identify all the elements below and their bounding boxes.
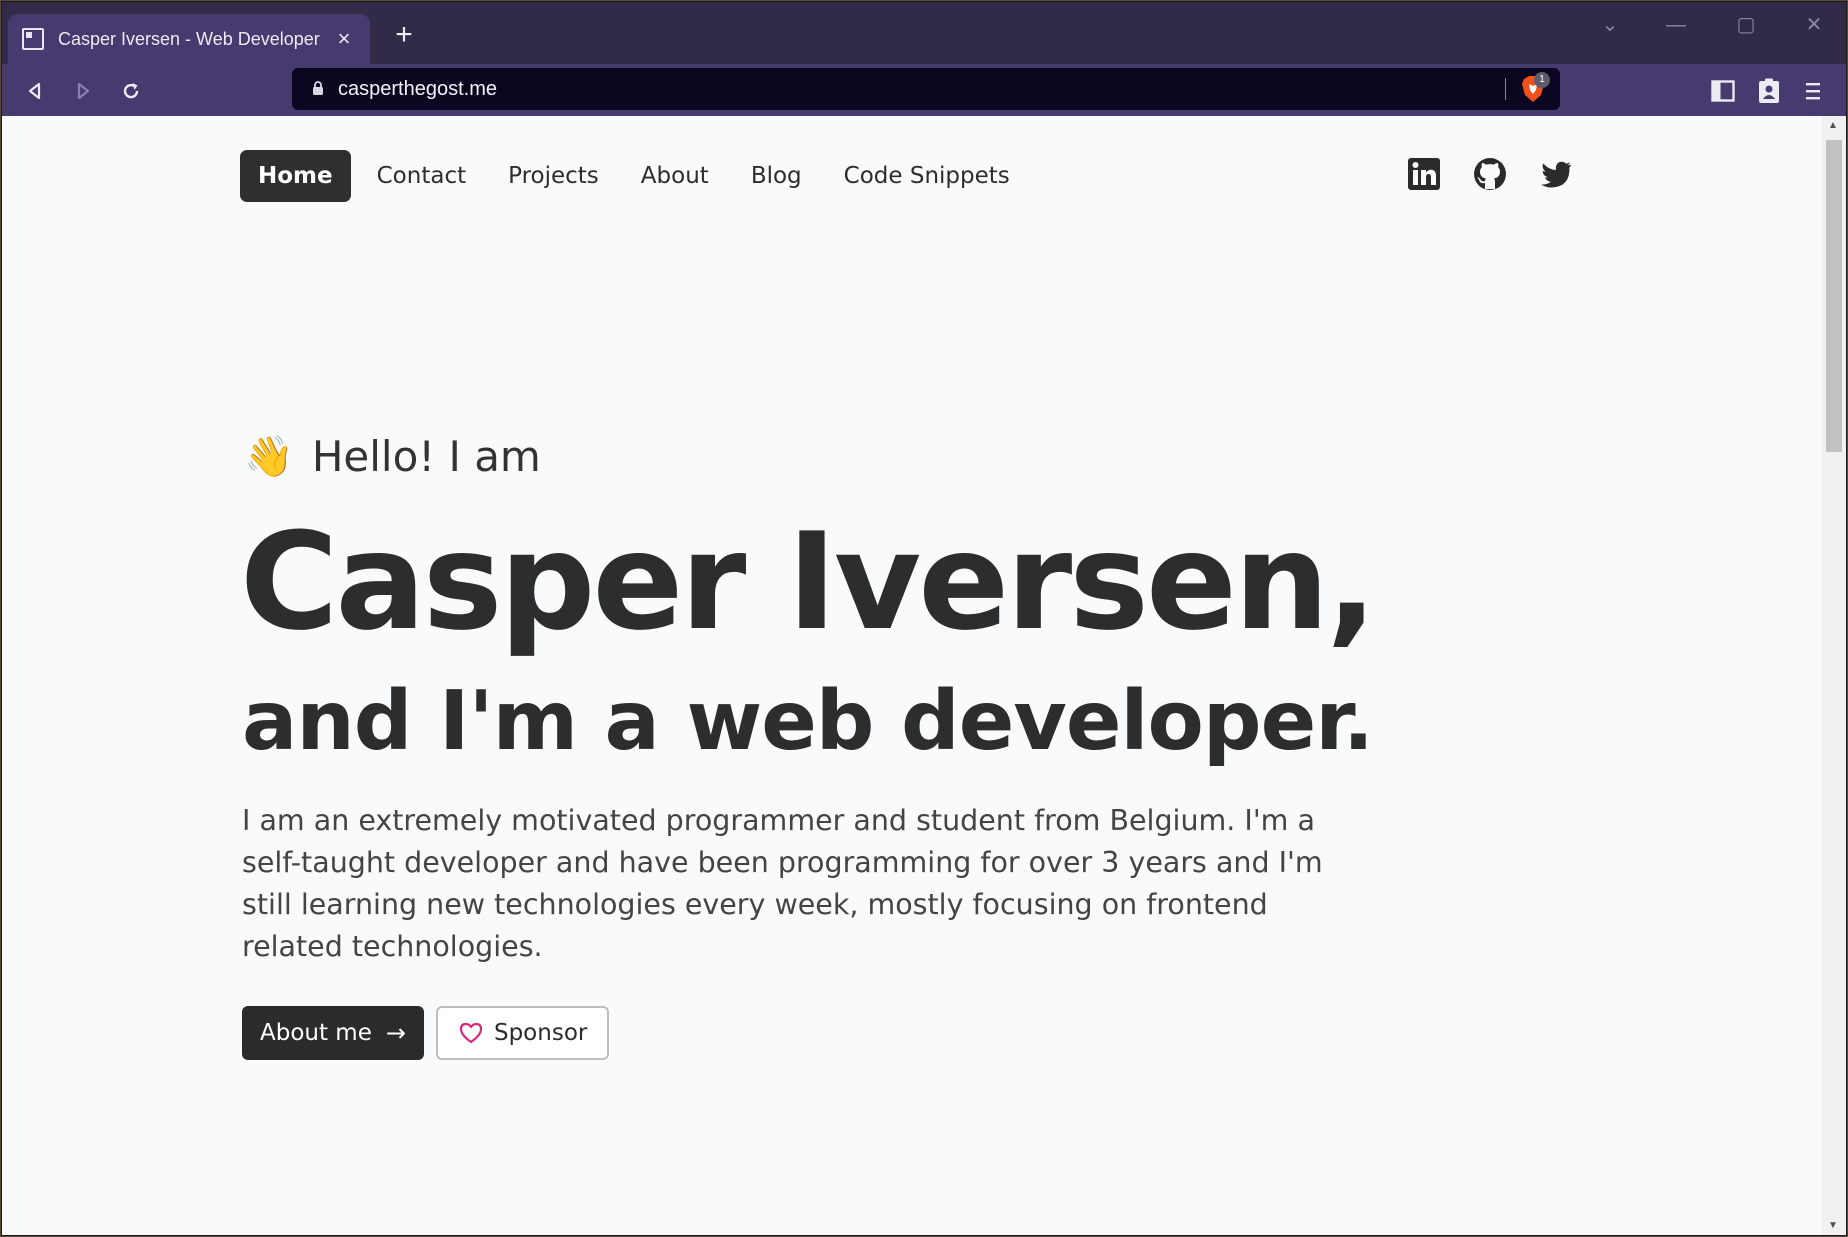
waving-hand-icon: 👋 <box>244 434 294 479</box>
maximize-icon[interactable]: ▢ <box>1726 10 1766 40</box>
reload-icon[interactable] <box>114 74 148 108</box>
tab-search-icon[interactable]: ⌄ <box>1590 10 1630 40</box>
nav-home[interactable]: Home <box>240 150 351 202</box>
close-window-icon[interactable]: ✕ <box>1794 10 1834 40</box>
hero-bio: I am an extremely motivated programmer a… <box>242 804 1323 963</box>
nav-blog[interactable]: Blog <box>731 150 822 202</box>
tab-title: Casper Iversen - Web Developer <box>58 28 320 49</box>
sponsor-label: Sponsor <box>493 1020 588 1046</box>
browser-toolbar: casperthegost.me 1 <box>2 64 1846 116</box>
new-tab-button[interactable]: + <box>388 20 420 52</box>
heart-icon <box>458 1021 484 1045</box>
hero-actions: About me → Sponsor <box>242 1006 610 1060</box>
tab-close-icon[interactable]: × <box>332 26 356 52</box>
lock-icon <box>312 80 324 98</box>
nav-about[interactable]: About <box>621 150 729 202</box>
arrow-right-icon: → <box>385 1019 406 1047</box>
scroll-up-icon[interactable]: ▲ <box>1828 120 1838 131</box>
site-favicon-icon <box>22 28 44 50</box>
page-scrollbar[interactable]: ▲ ▼ <box>1822 116 1846 1235</box>
address-bar[interactable]: casperthegost.me 1 <box>292 68 1560 110</box>
about-me-label: About me <box>260 1020 372 1046</box>
hero-role: and I'm a web developer. <box>242 674 1374 769</box>
forward-icon[interactable] <box>66 74 100 108</box>
shields-count-badge: 1 <box>1534 72 1550 88</box>
sponsor-button[interactable]: Sponsor <box>435 1006 610 1060</box>
nav-code-snippets[interactable]: Code Snippets <box>824 150 1030 202</box>
nav-projects[interactable]: Projects <box>488 150 619 202</box>
sidebar-toggle-icon[interactable] <box>1708 76 1738 106</box>
social-links <box>1406 156 1574 192</box>
browser-tab[interactable]: Casper Iversen - Web Developer × <box>8 14 370 64</box>
tab-strip: Casper Iversen - Web Developer × + ⌄ — ▢… <box>2 2 1846 64</box>
hero-greeting: 👋 Hello! I am <box>244 432 541 481</box>
about-me-button[interactable]: About me → <box>242 1006 424 1060</box>
hero-name: Casper Iversen, <box>240 504 1377 660</box>
back-icon[interactable] <box>18 74 52 108</box>
github-icon[interactable] <box>1472 156 1508 192</box>
web-page: Home Contact Projects About Blog Code Sn… <box>2 116 1822 1235</box>
wallet-icon[interactable] <box>1754 76 1784 106</box>
minimize-icon[interactable]: — <box>1656 10 1696 40</box>
scroll-thumb[interactable] <box>1826 140 1842 452</box>
browser-window: Casper Iversen - Web Developer × + ⌄ — ▢… <box>2 2 1846 1235</box>
scroll-down-icon[interactable]: ▼ <box>1828 1220 1838 1231</box>
menu-icon[interactable] <box>1798 76 1828 106</box>
twitter-icon[interactable] <box>1538 156 1574 192</box>
greeting-text: Hello! I am <box>311 432 541 481</box>
nav-contact[interactable]: Contact <box>357 150 486 202</box>
linkedin-icon[interactable] <box>1406 156 1442 192</box>
site-navigation: Home Contact Projects About Blog Code Sn… <box>240 150 1032 202</box>
url-text: casperthegost.me <box>338 77 497 100</box>
url-divider <box>1505 78 1506 100</box>
